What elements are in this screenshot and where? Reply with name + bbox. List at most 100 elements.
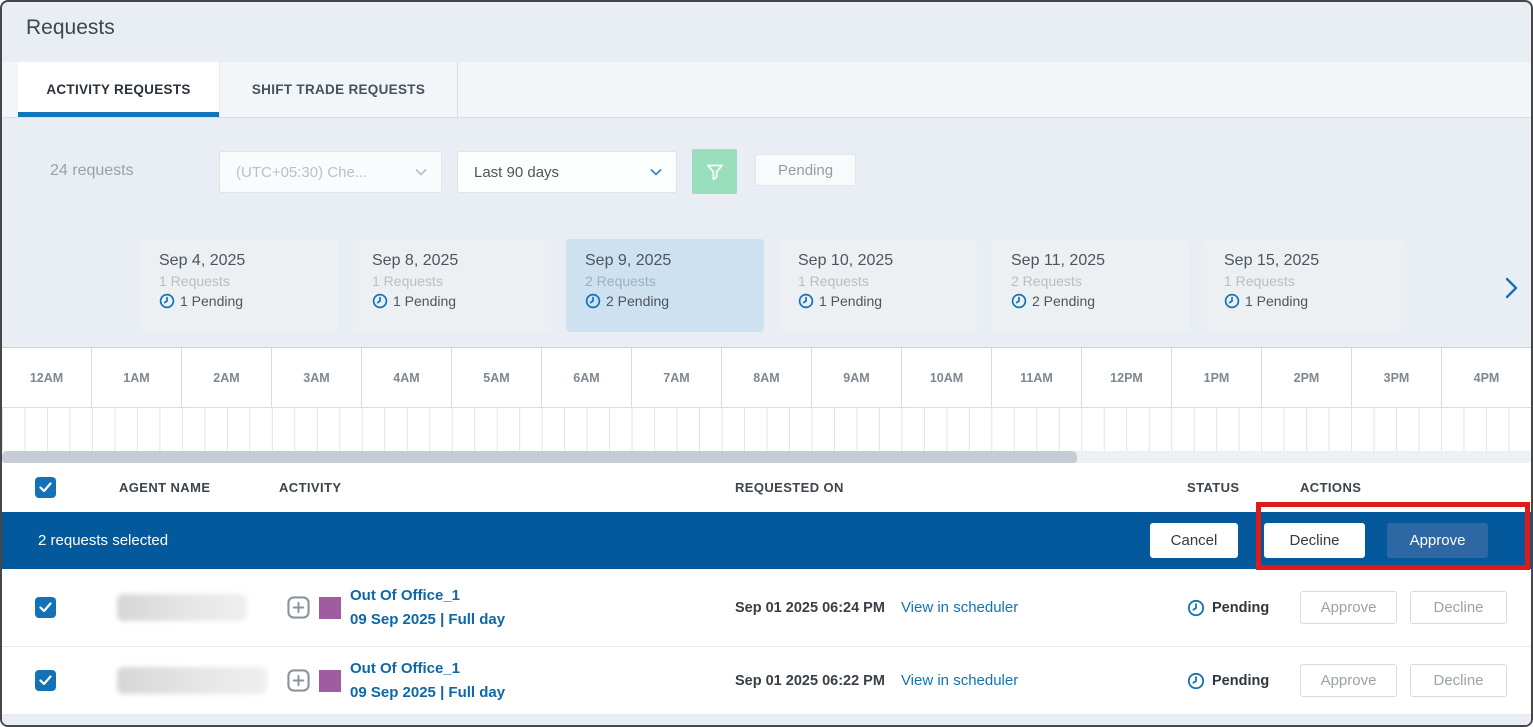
row-decline-button[interactable]: Decline	[1410, 664, 1507, 697]
bottom-strip	[2, 715, 1531, 725]
clock-icon	[798, 293, 814, 309]
header-status: STATUS	[1187, 480, 1300, 495]
clock-icon	[1187, 599, 1205, 617]
row-approve-button[interactable]: Approve	[1300, 591, 1397, 624]
table-row: Out Of Office_1 09 Sep 2025 | Full day S…	[2, 569, 1531, 647]
date-card-requests: 1 Requests	[159, 273, 338, 289]
header-requested-on: REQUESTED ON	[735, 480, 1187, 495]
selection-action-bar: 2 requests selected Cancel Decline Appro…	[2, 512, 1531, 569]
requests-page: Requests ACTIVITY REQUESTS SHIFT TRADE R…	[0, 0, 1533, 727]
pending-filter-chip-label: Pending	[778, 162, 833, 179]
clock-icon	[1187, 672, 1205, 690]
date-card-date: Sep 9, 2025	[585, 252, 764, 270]
timeline-tick-row	[2, 408, 1531, 451]
date-card-pending: 2 Pending	[606, 293, 669, 309]
date-card-date: Sep 8, 2025	[372, 252, 551, 270]
tab-activity-requests-label: ACTIVITY REQUESTS	[46, 82, 190, 97]
carousel-next-button[interactable]	[1498, 274, 1524, 302]
date-card-requests: 1 Requests	[372, 273, 551, 289]
hour-label: 3PM	[1351, 348, 1441, 407]
header-agent-name: AGENT NAME	[119, 480, 279, 495]
funnel-icon	[704, 161, 726, 183]
date-card-requests: 2 Requests	[1011, 273, 1190, 289]
tab-shift-trade-requests-label: SHIFT TRADE REQUESTS	[252, 82, 425, 97]
activity-name-link[interactable]: Out Of Office_1	[350, 660, 505, 677]
requested-on-timestamp: Sep 01 2025 06:24 PM	[735, 600, 885, 616]
timezone-dropdown[interactable]: (UTC+05:30) Che...	[219, 151, 442, 193]
date-card-requests: 1 Requests	[798, 273, 977, 289]
requested-on-timestamp: Sep 01 2025 06:22 PM	[735, 673, 885, 689]
selection-count-label: 2 requests selected	[38, 532, 168, 549]
status-badge: Pending	[1212, 673, 1269, 689]
hour-label: 2AM	[181, 348, 271, 407]
filter-button[interactable]	[692, 149, 737, 194]
date-card[interactable]: Sep 4, 2025 1 Requests 1 Pending	[140, 239, 338, 332]
tabbar-spacer	[2, 62, 18, 117]
hour-label: 7AM	[631, 348, 721, 407]
date-card-date: Sep 10, 2025	[798, 252, 977, 270]
row-checkbox[interactable]	[35, 597, 56, 618]
row-approve-button[interactable]: Approve	[1300, 664, 1397, 697]
date-card[interactable]: Sep 15, 2025 1 Requests 1 Pending	[1205, 239, 1403, 332]
hour-label: 8AM	[721, 348, 811, 407]
date-card-requests: 1 Requests	[1224, 273, 1403, 289]
cancel-button[interactable]: Cancel	[1150, 523, 1238, 558]
hour-label: 5AM	[451, 348, 541, 407]
view-in-scheduler-link[interactable]: View in scheduler	[901, 599, 1018, 616]
hour-label: 4AM	[361, 348, 451, 407]
date-card-pending: 2 Pending	[1032, 293, 1095, 309]
select-all-checkbox[interactable]	[35, 477, 56, 498]
hour-label: 1AM	[91, 348, 181, 407]
date-card-pending: 1 Pending	[180, 293, 243, 309]
activity-detail: 09 Sep 2025 | Full day	[350, 611, 505, 628]
chevron-right-icon	[1505, 277, 1518, 299]
table-row: Out Of Office_1 09 Sep 2025 | Full day S…	[2, 647, 1531, 715]
date-card-requests: 2 Requests	[585, 273, 764, 289]
activity-color-swatch	[319, 670, 341, 692]
tab-activity-requests[interactable]: ACTIVITY REQUESTS	[18, 62, 219, 117]
date-card[interactable]: Sep 11, 2025 2 Requests 2 Pending	[992, 239, 1190, 332]
timeline-hour-header: 12AM 1AM 2AM 3AM 4AM 5AM 6AM 7AM 8AM 9AM…	[2, 348, 1531, 408]
status-badge: Pending	[1212, 600, 1269, 616]
plus-expand-icon[interactable]	[287, 669, 310, 692]
hour-label: 1PM	[1171, 348, 1261, 407]
date-card-date: Sep 15, 2025	[1224, 252, 1403, 270]
check-icon	[39, 675, 52, 686]
page-title: Requests	[26, 16, 115, 40]
request-count: 24 requests	[50, 162, 134, 180]
bulk-decline-button[interactable]: Decline	[1264, 523, 1365, 558]
tab-shift-trade-requests[interactable]: SHIFT TRADE REQUESTS	[219, 62, 458, 117]
date-card[interactable]: Sep 10, 2025 1 Requests 1 Pending	[779, 239, 977, 332]
hour-label: 10AM	[901, 348, 991, 407]
header-actions: ACTIONS	[1300, 480, 1531, 495]
clock-icon	[1011, 293, 1027, 309]
hour-label: 9AM	[811, 348, 901, 407]
date-range-dropdown[interactable]: Last 90 days	[457, 151, 677, 193]
row-decline-button[interactable]: Decline	[1410, 591, 1507, 624]
chevron-down-icon	[415, 168, 427, 176]
plus-expand-icon[interactable]	[287, 596, 310, 619]
hour-label: 3AM	[271, 348, 361, 407]
activity-color-swatch	[319, 597, 341, 619]
chevron-down-icon	[650, 168, 662, 176]
timeline: 12AM 1AM 2AM 3AM 4AM 5AM 6AM 7AM 8AM 9AM…	[2, 347, 1531, 464]
view-in-scheduler-link[interactable]: View in scheduler	[901, 672, 1018, 689]
hour-label: 12PM	[1081, 348, 1171, 407]
activity-name-link[interactable]: Out Of Office_1	[350, 587, 505, 604]
pending-filter-chip[interactable]: Pending	[755, 154, 856, 186]
date-card-date: Sep 4, 2025	[159, 252, 338, 270]
date-card[interactable]: Sep 8, 2025 1 Requests 1 Pending	[353, 239, 551, 332]
date-card-date: Sep 11, 2025	[1011, 252, 1190, 270]
date-card-selected[interactable]: Sep 9, 2025 2 Requests 2 Pending	[566, 239, 764, 332]
hour-label: 11AM	[991, 348, 1081, 407]
bulk-approve-button[interactable]: Approve	[1387, 523, 1488, 558]
clock-icon	[1224, 293, 1240, 309]
date-card-pending: 1 Pending	[819, 293, 882, 309]
tab-bar: ACTIVITY REQUESTS SHIFT TRADE REQUESTS	[2, 62, 1531, 118]
header-activity: ACTIVITY	[279, 480, 735, 495]
check-icon	[39, 482, 52, 493]
hour-label: 2PM	[1261, 348, 1351, 407]
row-checkbox[interactable]	[35, 670, 56, 691]
activity-detail: 09 Sep 2025 | Full day	[350, 684, 505, 701]
agent-name-redacted	[117, 594, 247, 621]
